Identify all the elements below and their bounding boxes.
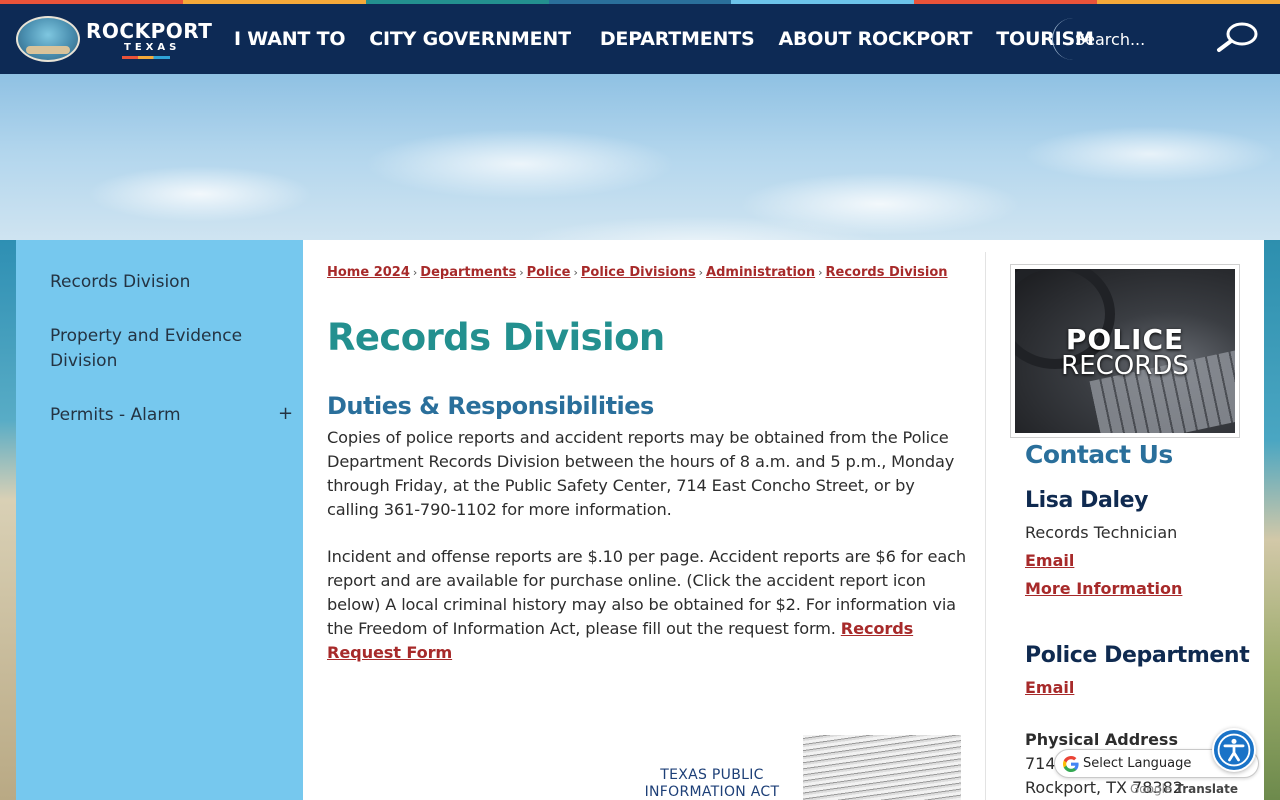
department-heading: Police Department bbox=[1025, 643, 1250, 668]
sidebar-item-permits-alarm[interactable]: Permits - Alarm bbox=[50, 403, 280, 428]
nav-city-government[interactable]: CITY GOVERNMENT bbox=[357, 28, 583, 50]
logo-color-bar bbox=[122, 56, 170, 59]
breadcrumb: Home 2024 › Departments › Police › Police Divi… bbox=[327, 265, 948, 280]
rockport-logo[interactable]: ROCKPORT TEXAS bbox=[16, 16, 213, 62]
breadcrumb-separator: › bbox=[698, 266, 704, 279]
tpia-line-1: TEXAS PUBLIC bbox=[660, 767, 764, 783]
logo-wordmark: ROCKPORT bbox=[86, 19, 213, 43]
tpia-line-2: INFORMATION ACT bbox=[644, 784, 780, 800]
logo-subtitle: TEXAS bbox=[124, 42, 181, 53]
expand-plus-icon[interactable]: + bbox=[278, 403, 293, 424]
duties-paragraph: Copies of police reports and accident re… bbox=[327, 428, 955, 519]
column-divider bbox=[985, 252, 986, 800]
breadcrumb-departments[interactable]: Departments bbox=[420, 265, 516, 280]
breadcrumb-administration[interactable]: Administration bbox=[706, 265, 815, 280]
google-wordmark: Google bbox=[1130, 782, 1173, 796]
police-records-photo: POLICE RECORDS bbox=[1015, 269, 1235, 433]
paper-stack-icon bbox=[803, 735, 961, 800]
breadcrumb-separator: › bbox=[573, 266, 578, 279]
google-translate-credit: Google Translate bbox=[1130, 782, 1238, 796]
section-heading: Duties & Responsibilities bbox=[327, 392, 654, 420]
texas-public-information-act-image[interactable]: TEXAS PUBLIC INFORMATION ACT bbox=[628, 735, 961, 800]
beach-right-edge bbox=[1264, 240, 1280, 800]
breadcrumb-separator: › bbox=[818, 266, 823, 279]
search-icon[interactable] bbox=[1214, 20, 1260, 54]
tpia-caption: TEXAS PUBLIC INFORMATION ACT bbox=[628, 767, 796, 800]
breadcrumb-records-division[interactable]: Records Division bbox=[826, 265, 948, 280]
breadcrumb-separator: › bbox=[519, 266, 524, 279]
select-language-label: Select Language bbox=[1083, 756, 1192, 771]
accessibility-icon[interactable] bbox=[1212, 728, 1256, 772]
breadcrumb-home[interactable]: Home 2024 bbox=[327, 265, 410, 280]
nav-i-want-to[interactable]: I WANT TO bbox=[222, 28, 357, 50]
search-input[interactable] bbox=[1075, 26, 1205, 52]
side-navigation: Records Division Property and Evidence D… bbox=[16, 240, 303, 800]
nav-about-rockport[interactable]: ABOUT ROCKPORT bbox=[766, 28, 984, 50]
fees-paragraph: Incident and offense reports are $.10 pe… bbox=[327, 545, 967, 665]
sidebar-item-records-division[interactable]: Records Division bbox=[50, 270, 280, 295]
police-records-image: POLICE RECORDS bbox=[1010, 264, 1240, 438]
breadcrumb-police[interactable]: Police bbox=[527, 265, 571, 280]
image-text-records: RECORDS bbox=[1061, 351, 1189, 381]
contact-us-heading: Contact Us bbox=[1025, 440, 1173, 469]
translate-word: Translate bbox=[1175, 782, 1238, 796]
address-line-1: 714 bbox=[1025, 754, 1056, 773]
logo-badge-icon bbox=[16, 16, 80, 62]
page-title: Records Division bbox=[327, 316, 665, 359]
contact-email-link[interactable]: Email bbox=[1025, 551, 1074, 570]
contact-role: Records Technician bbox=[1025, 523, 1178, 542]
google-g-icon bbox=[1063, 756, 1079, 772]
nav-departments[interactable]: DEPARTMENTS bbox=[583, 28, 767, 50]
breadcrumb-police-divisions[interactable]: Police Divisions bbox=[581, 265, 696, 280]
physical-address-label: Physical Address bbox=[1025, 730, 1178, 749]
breadcrumb-separator: › bbox=[412, 266, 418, 279]
more-information-link[interactable]: More Information bbox=[1025, 579, 1182, 598]
main-nav: I WANT TO CITY GOVERNMENT DEPARTMENTS AB… bbox=[222, 4, 1106, 74]
contact-name: Lisa Daley bbox=[1025, 488, 1149, 513]
department-email-link[interactable]: Email bbox=[1025, 678, 1074, 697]
sidebar-item-property-evidence[interactable]: Property and Evidence Division bbox=[50, 324, 280, 374]
beach-left-edge bbox=[0, 240, 16, 800]
site-header: ROCKPORT TEXAS I WANT TO CITY GOVERNMENT… bbox=[0, 4, 1280, 74]
